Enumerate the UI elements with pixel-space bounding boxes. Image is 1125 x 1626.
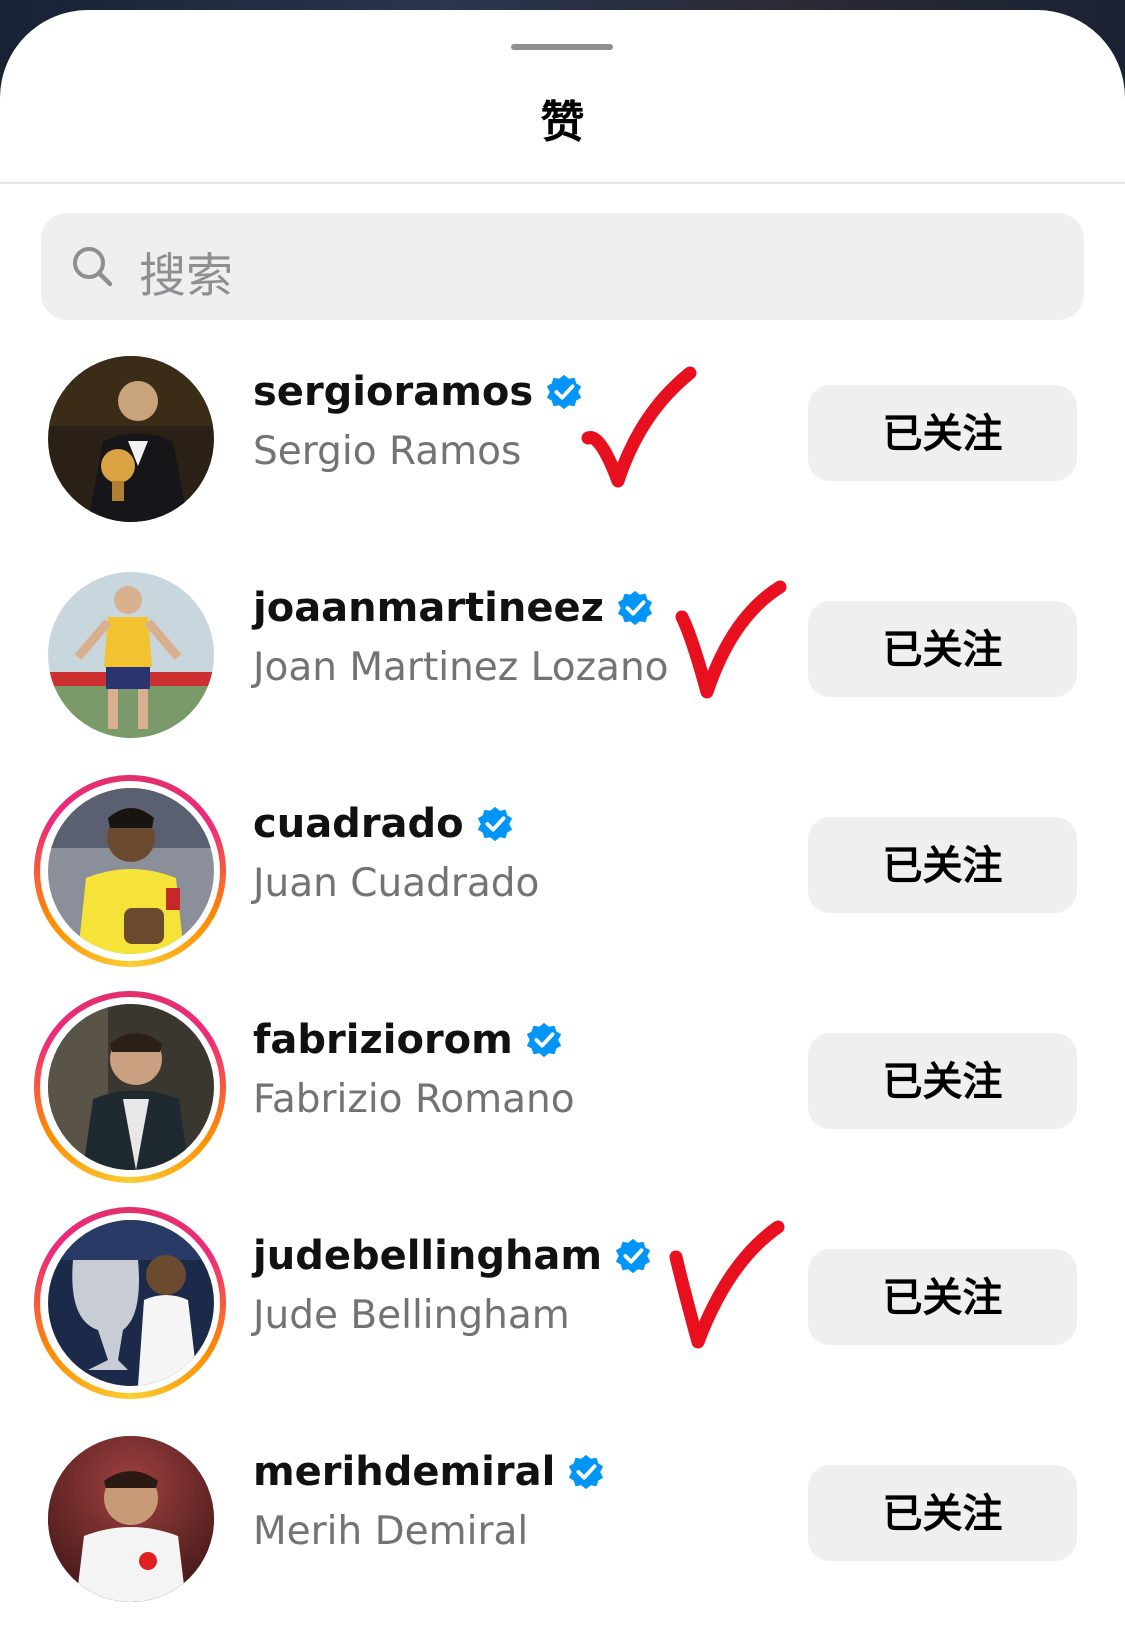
- username[interactable]: fabriziorom: [253, 1017, 563, 1063]
- following-button[interactable]: 已关注: [808, 817, 1077, 913]
- list-item[interactable]: fabriziorom Fabrizio Romano 已关注: [0, 987, 1125, 1187]
- search-placeholder: 搜索: [139, 249, 233, 304]
- list-item[interactable]: joaanmartineez Joan Martinez Lozano 已关注: [0, 555, 1125, 755]
- avatar[interactable]: [48, 1004, 214, 1170]
- username[interactable]: merihdemiral: [253, 1449, 605, 1495]
- search-icon: [73, 247, 113, 287]
- search-input[interactable]: 搜索: [41, 213, 1084, 320]
- username-text: merihdemiral: [253, 1449, 556, 1495]
- following-button[interactable]: 已关注: [808, 601, 1077, 697]
- verified-badge-icon: [616, 1238, 651, 1274]
- username[interactable]: judebellingham: [253, 1233, 652, 1279]
- likes-bottom-sheet: 赞 搜索 sergioramos Sergio Ramos 已关注 joaanm…: [0, 10, 1125, 1626]
- username[interactable]: sergioramos: [253, 369, 583, 415]
- following-button[interactable]: 已关注: [808, 1249, 1077, 1345]
- avatar[interactable]: [48, 1220, 214, 1386]
- sheet-title: 赞: [540, 97, 585, 148]
- list-item[interactable]: merihdemiral Merih Demiral 已关注: [0, 1419, 1125, 1619]
- full-name: Sergio Ramos: [253, 429, 522, 474]
- verified-badge-icon: [547, 374, 582, 410]
- list-item[interactable]: sergioramos Sergio Ramos 已关注: [0, 339, 1125, 539]
- verified-badge-icon: [526, 1022, 561, 1058]
- list-item[interactable]: judebellingham Jude Bellingham 已关注: [0, 1203, 1125, 1403]
- following-button[interactable]: 已关注: [808, 1465, 1077, 1561]
- full-name: Jude Bellingham: [253, 1293, 570, 1338]
- username[interactable]: cuadrado: [253, 801, 514, 847]
- full-name: Juan Cuadrado: [253, 861, 540, 906]
- verified-badge-icon: [477, 806, 512, 842]
- verified-badge-icon: [617, 590, 653, 626]
- verified-badge-icon: [569, 1454, 604, 1490]
- username-text: fabriziorom: [253, 1017, 513, 1063]
- red-check-mark-icon: [675, 580, 787, 699]
- header-divider: [0, 182, 1125, 184]
- full-name: Fabrizio Romano: [253, 1077, 575, 1122]
- list-item[interactable]: cuadrado Juan Cuadrado 已关注: [0, 771, 1125, 971]
- following-button[interactable]: 已关注: [808, 1033, 1077, 1129]
- red-check-mark-icon: [669, 1220, 785, 1349]
- username[interactable]: joaanmartineez: [253, 585, 654, 631]
- username-text: sergioramos: [253, 369, 534, 415]
- avatar[interactable]: [48, 1436, 214, 1602]
- username-text: joaanmartineez: [253, 585, 604, 631]
- username-text: cuadrado: [253, 801, 464, 847]
- red-check-mark-icon: [581, 366, 697, 488]
- avatar[interactable]: [48, 356, 214, 522]
- username-text: judebellingham: [253, 1233, 603, 1279]
- avatar[interactable]: [48, 572, 214, 738]
- full-name: Merih Demiral: [253, 1509, 529, 1554]
- following-button[interactable]: 已关注: [808, 385, 1077, 481]
- avatar[interactable]: [48, 788, 214, 954]
- full-name: Joan Martinez Lozano: [253, 645, 669, 690]
- sheet-grabber-handle[interactable]: [511, 44, 613, 50]
